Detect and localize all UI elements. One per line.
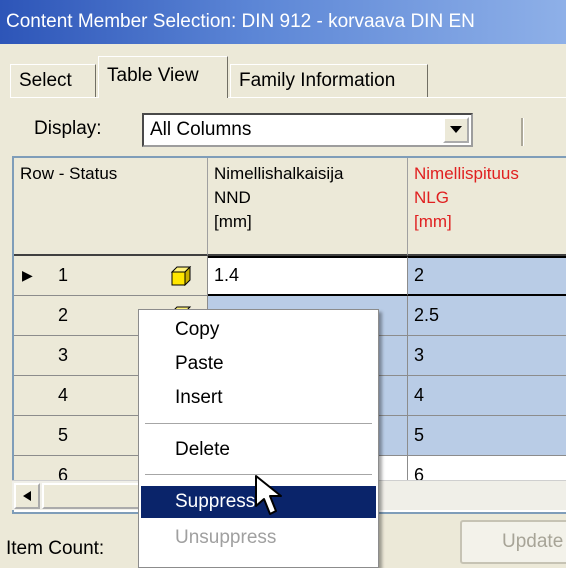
table-cell-nlg[interactable]: 2 xyxy=(408,256,566,296)
window-titlebar: Content Member Selection: DIN 912 - korv… xyxy=(0,0,566,44)
column-header-nlg-name: Nimellispituus xyxy=(414,164,519,183)
menu-item-delete[interactable]: Delete xyxy=(141,434,376,466)
toolbar-separator xyxy=(521,118,524,146)
tab-select-label: Select xyxy=(19,70,72,91)
table-cell-nnd[interactable]: 1.4 xyxy=(208,256,408,296)
tab-table-view-label: Table View xyxy=(107,65,199,86)
mouse-pointer-icon xyxy=(255,475,282,515)
column-header-nnd-name: Nimellishalkaisija xyxy=(214,164,344,183)
menu-item-unsuppress[interactable]: Unsuppress xyxy=(141,522,376,554)
table-cell-nlg[interactable]: 3 xyxy=(408,336,566,376)
column-header-row-status[interactable]: Row - Status xyxy=(14,158,208,256)
column-header-nnd-code: NND xyxy=(214,188,251,207)
update-button-label: Update xyxy=(502,531,564,552)
cube-icon xyxy=(170,266,192,286)
table-cell-nlg[interactable]: 4 xyxy=(408,376,566,416)
current-row-icon: ▶ xyxy=(22,267,33,283)
update-button[interactable]: Update xyxy=(460,520,566,564)
menu-item-copy[interactable]: Copy xyxy=(141,314,376,346)
column-header-nlg-code: NLG xyxy=(414,188,449,207)
row-number: 5 xyxy=(58,425,69,445)
tab-table-view[interactable]: Table View xyxy=(98,56,228,98)
tab-select[interactable]: Select xyxy=(10,64,96,98)
menu-separator xyxy=(145,423,372,425)
window-title: Content Member Selection: DIN 912 - korv… xyxy=(6,11,475,32)
dropdown-arrow-button[interactable] xyxy=(443,117,469,143)
row-number: 2 xyxy=(58,305,69,325)
chevron-down-icon xyxy=(450,126,462,133)
scroll-left-button[interactable] xyxy=(14,483,40,509)
row-status-cell[interactable]: ▶ 1 xyxy=(14,256,208,296)
table-cell-nlg[interactable]: 5 xyxy=(408,416,566,456)
column-header-nlg-unit: [mm] xyxy=(414,212,452,231)
menu-item-insert[interactable]: Insert xyxy=(141,382,376,414)
column-header-nnd-unit: [mm] xyxy=(214,212,252,231)
display-dropdown-value: All Columns xyxy=(150,119,252,140)
table-row[interactable]: ▶ 1 1.4 2 xyxy=(14,256,566,296)
column-header-nlg[interactable]: Nimellispituus NLG [mm] xyxy=(408,158,566,256)
context-menu: Copy Paste Insert Delete Suppress Unsupp… xyxy=(138,309,379,568)
display-label: Display: xyxy=(34,118,102,139)
display-dropdown[interactable]: All Columns xyxy=(142,113,473,147)
table-cell-nlg[interactable]: 2.5 xyxy=(408,296,566,336)
row-number: 4 xyxy=(58,385,69,405)
tab-family-information[interactable]: Family Information xyxy=(230,64,428,98)
chevron-left-icon xyxy=(23,491,31,501)
row-number: 3 xyxy=(58,345,69,365)
tab-family-information-label: Family Information xyxy=(239,70,396,91)
column-header-row-status-label: Row - Status xyxy=(20,164,118,183)
tab-panel-border xyxy=(10,97,566,98)
column-header-nnd[interactable]: Nimellishalkaisija NND [mm] xyxy=(208,158,408,256)
item-count-label: Item Count: xyxy=(6,538,105,559)
menu-item-paste[interactable]: Paste xyxy=(141,348,376,380)
scrollbar-thumb[interactable] xyxy=(42,483,142,509)
row-number: 1 xyxy=(58,265,69,285)
